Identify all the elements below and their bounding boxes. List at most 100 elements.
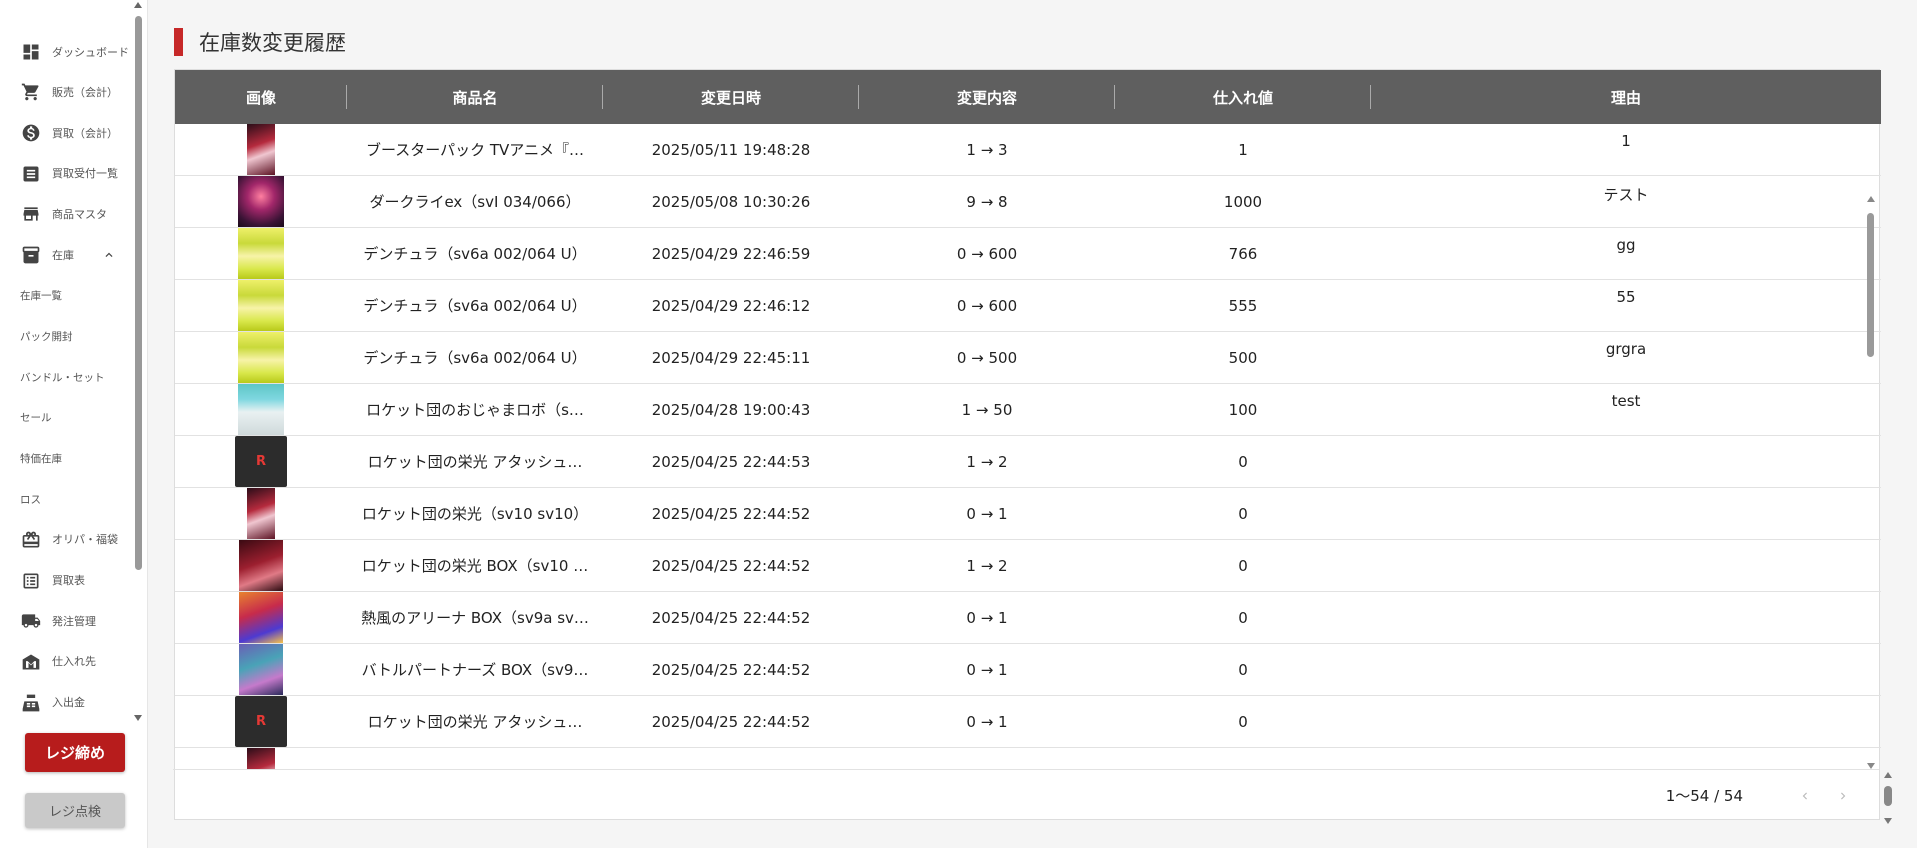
sidebar-item-cash[interactable]: 入出金 [0,682,132,723]
header-change[interactable]: 変更内容 [859,70,1115,124]
cell-price: 0 [1238,452,1248,471]
header-reason[interactable]: 理由 [1371,70,1881,124]
sidebar-item-purchase[interactable]: 買取（会計） [0,113,132,154]
cell-image [175,384,347,435]
cell-price: 0 [1238,556,1248,575]
table-scrollbar[interactable] [1863,124,1879,769]
sidebar-group-inventory[interactable]: 在庫 [0,235,132,276]
cell-change: 1 → 2 [966,452,1008,471]
cell-reason: テスト [1603,186,1649,204]
page-title-wrap: 在庫数変更履歴 [174,28,346,56]
table-row[interactable] [175,748,1881,769]
sidebar-subitem-special-stock[interactable]: 特価在庫 [0,438,132,479]
cell-name: ロケット団の栄光（sv10 sv10） [361,505,589,523]
product-thumbnail [238,176,284,227]
header-product-name[interactable]: 商品名 [347,70,603,124]
chevron-right-icon [1841,792,1846,799]
table-row[interactable]: ロケット団の栄光 BOX（sv10 … 2025/04/25 22:44:52 1 … [175,540,1881,592]
sidebar-item-orders[interactable]: 発注管理 [0,601,132,642]
table-row[interactable]: デンチュラ（sv6a 002/064 U） 2025/04/29 22:46:59… [175,228,1881,280]
cell-datetime: 2025/04/25 22:44:52 [651,608,811,627]
cell-change: 1 → 2 [966,556,1008,575]
scrollbar-thumb[interactable] [1867,213,1874,357]
header-image[interactable]: 画像 [175,70,347,124]
cell-name: バトルパートナーズ BOX（sv9… [361,661,589,679]
cell-change: 1 → 50 [961,400,1013,419]
sidebar-subitem-pack-open[interactable]: パック開封 [0,316,132,357]
product-thumbnail [247,124,275,175]
cell-change: 0 → 1 [966,608,1008,627]
product-thumbnail [239,644,283,695]
scrollbar-thumb[interactable] [135,16,142,570]
scroll-up-arrow-icon[interactable] [1884,772,1892,778]
table-row[interactable]: バトルパートナーズ BOX（sv9… 2025/04/25 22:44:52 0 →… [175,644,1881,696]
table-row[interactable]: デンチュラ（sv6a 002/064 U） 2025/04/29 22:45:11… [175,332,1881,384]
cell-reason [1371,696,1881,747]
product-thumbnail [239,540,283,591]
check-register-button[interactable]: レジ点検 [25,793,125,828]
scroll-down-arrow-icon[interactable] [133,714,144,722]
cell-datetime: 2025/04/28 19:00:43 [651,400,811,419]
sidebar-subitem-loss[interactable]: ロス [0,479,132,520]
register-icon [20,692,42,714]
page-scrollbar[interactable] [1882,770,1894,824]
table-row[interactable]: ブースターパック TVアニメ『… 2025/05/11 19:48:28 1 → 3… [175,124,1881,176]
sidebar-item-suppliers[interactable]: 仕入れ先 [0,642,132,683]
sidebar-group-label: 在庫 [52,248,74,262]
table-row[interactable]: ロケット団の栄光 アタッシュ… 2025/04/25 22:44:52 0 → 1 0 [175,696,1881,748]
table-row[interactable]: ロケット団の栄光 アタッシュ… 2025/04/25 22:44:53 1 → 2 0 [175,436,1881,488]
cell-datetime [603,748,859,769]
cell-image [175,436,347,487]
sidebar-item-sales[interactable]: 販売（会計） [0,72,132,113]
table-row[interactable]: ロケット団の栄光（sv10 sv10） 2025/04/25 22:44:52 0 … [175,488,1881,540]
list-icon [20,570,42,592]
close-register-button[interactable]: レジ締め [25,733,125,772]
sidebar-item-purchase-table[interactable]: 買取表 [0,560,132,601]
cell-reason [1371,748,1881,769]
sidebar-scrollbar[interactable] [133,0,144,726]
cell-image [175,332,347,383]
cell-price: 1 [1238,140,1248,159]
table-header: 画像 商品名 変更日時 変更内容 仕入れ値 理由 [175,70,1881,124]
table-row[interactable]: ロケット団のおじゃまロボ（s… 2025/04/28 19:00:43 1 → 50… [175,384,1881,436]
cell-datetime: 2025/04/29 22:46:59 [651,244,811,263]
receipt-icon [20,163,42,185]
table-row[interactable]: ダークライex（svI 034/066） 2025/05/08 10:30:26 9… [175,176,1881,228]
cell-change: 0 → 1 [966,504,1008,523]
table-row[interactable]: 熱風のアリーナ BOX（sv9a sv… 2025/04/25 22:44:52 0… [175,592,1881,644]
scroll-down-arrow-icon[interactable] [1884,818,1892,824]
chevron-left-icon [1802,792,1807,799]
prev-page-button[interactable] [1795,786,1815,806]
header-cost[interactable]: 仕入れ値 [1115,70,1371,124]
sidebar-item-label: 商品マスタ [52,207,107,221]
cell-datetime: 2025/04/29 22:45:11 [651,348,811,367]
product-thumbnail [235,696,287,747]
cell-change: 0 → 1 [966,712,1008,731]
cell-image [175,592,347,643]
cell-price: 500 [1228,348,1258,367]
header-datetime[interactable]: 変更日時 [603,70,859,124]
sidebar-subitem-sale[interactable]: セール [0,398,132,439]
sidebar-subitem-bundle[interactable]: バンドル・セット [0,357,132,398]
sidebar-item-oripa[interactable]: オリパ・福袋 [0,520,132,561]
cell-name: 熱風のアリーナ BOX（sv9a sv… [361,609,589,627]
scroll-up-arrow-icon[interactable] [133,2,144,10]
cell-change: 0 → 1 [966,660,1008,679]
next-page-button[interactable] [1833,786,1853,806]
cell-reason: 1 [1621,132,1631,150]
product-thumbnail [235,436,287,487]
cell-name: ロケット団の栄光 アタッシュ… [367,453,583,471]
cell-change: 9 → 8 [966,192,1008,211]
pagination-range: 1〜54 / 54 [1665,787,1743,805]
sidebar-subitem-inventory-list[interactable]: 在庫一覧 [0,275,132,316]
table-row[interactable]: デンチュラ（sv6a 002/064 U） 2025/04/29 22:46:12… [175,280,1881,332]
chevron-up-icon[interactable] [102,248,116,262]
title-accent-bar [174,28,183,56]
sidebar-item-product-master[interactable]: 商品マスタ [0,194,132,235]
scrollbar-thumb[interactable] [1884,786,1892,806]
product-thumbnail [247,748,275,769]
cell-name [347,748,603,769]
sidebar-item-dashboard[interactable]: ダッシュボード [0,32,132,72]
sidebar-item-purchase-list[interactable]: 買取受付一覧 [0,153,132,194]
scroll-up-arrow-icon[interactable] [1867,196,1875,202]
